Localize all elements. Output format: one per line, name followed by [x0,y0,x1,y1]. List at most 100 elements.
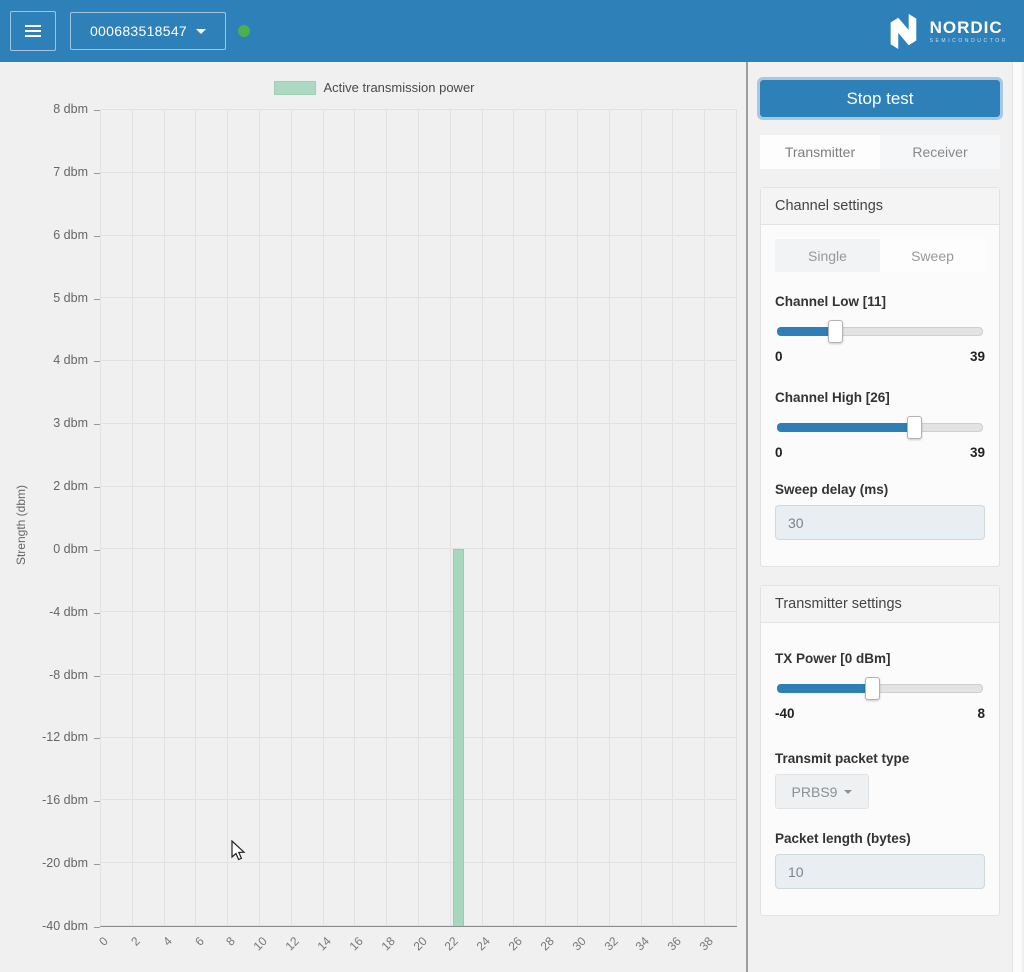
chart-legend: Active transmission power [0,80,748,95]
scrollbar[interactable] [1012,62,1022,972]
x-gridline [227,110,228,926]
x-tick-label: 6 [178,934,206,962]
y-tick-mark [94,110,100,111]
y-gridline [101,925,737,926]
packet-length-label: Packet length (bytes) [775,831,985,846]
legend-label: Active transmission power [324,80,475,95]
channel-low-slider[interactable] [777,319,983,343]
x-gridline [418,110,419,926]
tab-sweep[interactable]: Sweep [880,239,985,272]
y-tick-mark [94,864,100,865]
y-gridline [101,737,737,738]
chevron-down-icon [844,790,852,794]
x-gridline [736,110,737,926]
y-tick-label: 4 dbm [8,353,88,367]
brand-name: NORDIC [930,19,1008,36]
channel-low-range: 0 39 [775,349,985,364]
x-gridline [386,110,387,926]
stop-test-button[interactable]: Stop test [760,80,1000,117]
legend-swatch [274,81,316,95]
x-gridline [100,110,101,926]
y-gridline [101,360,737,361]
slider-thumb[interactable] [865,677,880,700]
x-gridline [577,110,578,926]
channel-high-slider[interactable] [777,415,983,439]
slider-fill [777,423,914,432]
y-gridline [101,109,737,110]
settings-sidebar: Stop test Transmitter Receiver Channel s… [748,62,1022,972]
x-gridline [641,110,642,926]
y-gridline [101,862,737,863]
app-header: 000683518547 NORDIC SEMICONDUCTOR [0,0,1024,62]
y-tick-mark [94,738,100,739]
menu-icon[interactable] [10,11,56,51]
y-tick-label: -8 dbm [8,668,88,682]
device-select-dropdown[interactable]: 000683518547 [70,12,226,50]
sweep-delay-input[interactable] [775,505,985,540]
channel-mode-tabs: Single Sweep [775,239,985,272]
x-tick-label: 0 [83,934,111,962]
x-tick-label: 10 [242,934,270,962]
y-tick-label: -40 dbm [8,919,88,933]
y-gridline [101,486,737,487]
slider-thumb[interactable] [907,416,922,439]
y-tick-label: -20 dbm [8,856,88,870]
tx-power-label: TX Power [0 dBm] [775,651,985,666]
y-gridline [101,297,737,298]
y-tick-mark [94,299,100,300]
tab-transmitter[interactable]: Transmitter [760,135,880,169]
channel-high-range: 0 39 [775,445,985,460]
min-value: 0 [775,445,783,460]
x-tick-label: 28 [529,934,557,962]
x-tick-label: 20 [401,934,429,962]
y-tick-label: 8 dbm [8,102,88,116]
transmitter-settings-card: Transmitter settings TX Power [0 dBm] -4… [760,585,1000,916]
y-tick-label: -12 dbm [8,730,88,744]
max-value: 8 [977,706,985,721]
packet-length-input[interactable] [775,854,985,889]
x-tick-label: 2 [114,934,142,962]
y-tick-mark [94,173,100,174]
y-tick-mark [94,801,100,802]
y-tick-mark [94,424,100,425]
y-tick-label: -16 dbm [8,793,88,807]
y-gridline [101,423,737,424]
slider-thumb[interactable] [828,320,843,343]
nordic-logo: NORDIC SEMICONDUCTOR [884,10,1008,52]
x-tick-label: 24 [465,934,493,962]
y-tick-mark [94,676,100,677]
x-tick-label: 36 [656,934,684,962]
y-tick-mark [94,236,100,237]
y-gridline [101,235,737,236]
tab-receiver[interactable]: Receiver [880,135,1000,169]
channel-high-label: Channel High [26] [775,390,985,405]
y-gridline [101,611,737,612]
x-tick-label: 38 [688,934,716,962]
min-value: -40 [775,706,795,721]
x-tick-label: 26 [497,934,525,962]
channel-settings-card: Channel settings Single Sweep Channel Lo… [760,187,1000,567]
tx-power-range: -40 8 [775,706,985,721]
x-gridline [164,110,165,926]
packet-type-value: PRBS9 [792,784,838,800]
tx-power-slider[interactable] [777,676,983,700]
max-value: 39 [970,349,985,364]
device-id: 000683518547 [90,23,187,39]
x-tick-label: 30 [560,934,588,962]
x-tick-label: 14 [306,934,334,962]
x-tick-label: 18 [369,934,397,962]
y-tick-label: 6 dbm [8,228,88,242]
brand-subtitle: SEMICONDUCTOR [930,39,1008,44]
tab-single[interactable]: Single [775,239,880,272]
y-tick-label: 0 dbm [8,542,88,556]
channel-settings-title: Channel settings [761,188,999,225]
packet-type-dropdown[interactable]: PRBS9 [775,774,869,809]
x-gridline [450,110,451,926]
chevron-down-icon [196,29,206,34]
slider-fill [777,327,835,336]
x-tick-label: 32 [592,934,620,962]
nordic-n-icon [884,10,922,52]
x-tick-label: 22 [433,934,461,962]
sweep-delay-label: Sweep delay (ms) [775,482,985,497]
transmission-bar-channel-22 [453,549,464,926]
